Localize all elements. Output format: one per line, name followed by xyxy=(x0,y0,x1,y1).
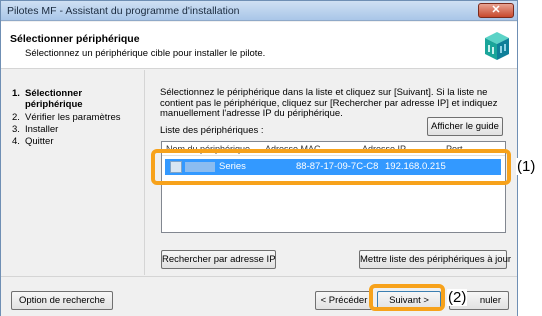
step-label: Installer xyxy=(25,124,59,135)
step-select-device: 1. Sélectionner périphérique xyxy=(12,88,83,110)
next-button-highlight xyxy=(369,284,445,311)
steps-sidebar: 1. Sélectionner périphérique 2. Vérifier le… xyxy=(1,70,144,275)
step-label: Vérifier les paramètres xyxy=(25,112,121,123)
device-list-label: Liste des périphériques : xyxy=(160,125,264,136)
close-icon: ✕ xyxy=(491,4,501,16)
device-row-highlight xyxy=(151,149,511,185)
instructions-text: Sélectionnez le périphérique dans la lis… xyxy=(160,87,498,119)
refresh-list-button[interactable]: Mettre liste des périphériques à jour xyxy=(359,250,511,269)
callout-1: (1) xyxy=(516,158,537,175)
search-by-ip-button[interactable]: Rechercher par adresse IP xyxy=(161,250,276,269)
title-bar: Pilotes MF - Assistant du programme d'in… xyxy=(1,1,517,21)
close-button[interactable]: ✕ xyxy=(478,3,514,18)
search-options-button[interactable]: Option de recherche xyxy=(11,291,113,310)
step-check-settings: 2. Vérifier les paramètres xyxy=(12,112,121,123)
wizard-header: Sélectionner périphérique Sélectionnez u… xyxy=(1,22,517,69)
callout-2: (2) xyxy=(447,289,468,306)
window-title: Pilotes MF - Assistant du programme d'in… xyxy=(7,5,240,17)
step-install: 3. Installer xyxy=(12,124,59,135)
show-guide-button[interactable]: Afficher le guide xyxy=(427,117,503,136)
header-subtitle: Sélectionnez un périphérique cible pour … xyxy=(25,48,266,59)
step-label: Quitter xyxy=(25,136,54,147)
printer-icon xyxy=(485,32,509,60)
back-button[interactable]: < Précéder xyxy=(315,291,373,310)
step-label: Sélectionner périphérique xyxy=(25,88,83,110)
header-title: Sélectionner périphérique xyxy=(10,33,140,45)
step-quit: 4. Quitter xyxy=(12,136,54,147)
sidebar-divider xyxy=(144,70,145,275)
